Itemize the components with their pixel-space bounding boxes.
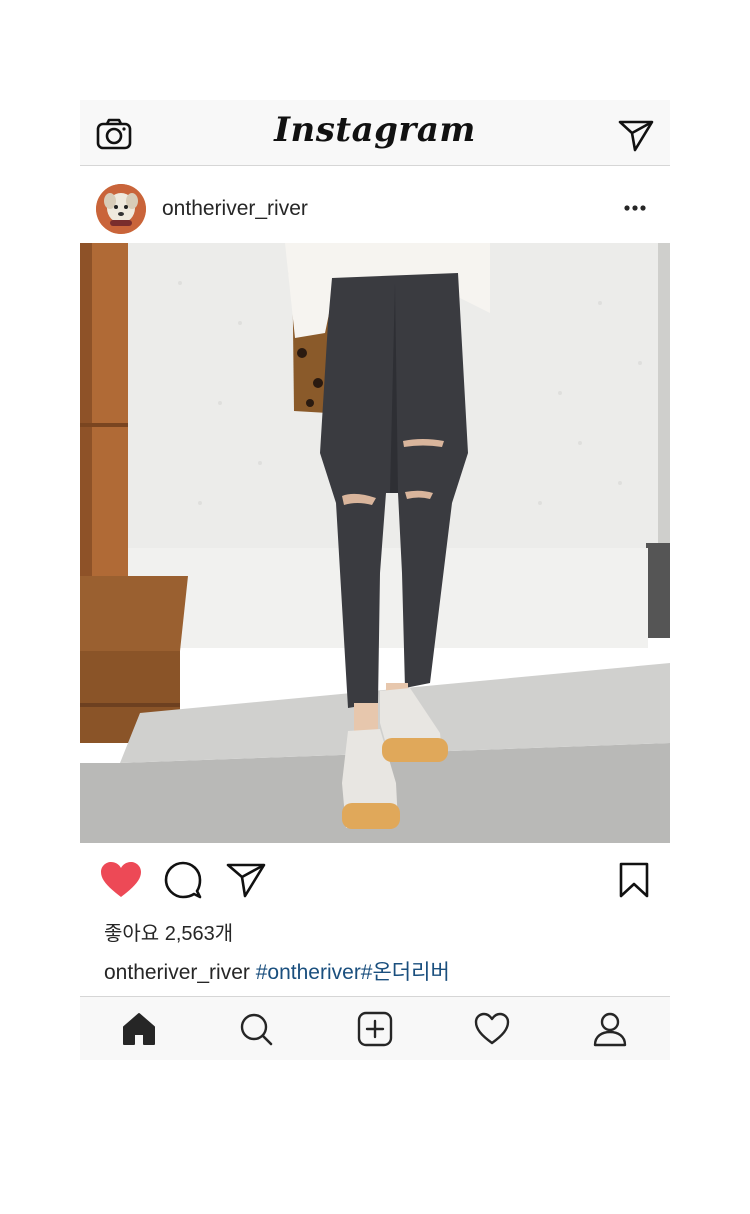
activity-heart-icon[interactable] — [473, 1011, 511, 1047]
instagram-post-frame: Instagram ontheriver_river 좋아요 2,563개 on… — [80, 100, 670, 1060]
post-header: ontheriver_river — [80, 166, 670, 243]
search-icon[interactable] — [237, 1011, 275, 1047]
post-photo-illustration — [80, 243, 670, 843]
instagram-logo: Instagram — [274, 110, 476, 150]
heart-icon[interactable] — [100, 861, 142, 899]
top-bar: Instagram — [80, 100, 670, 166]
likes-count[interactable]: 좋아요 2,563개 — [104, 917, 233, 946]
bottom-navigation — [80, 996, 670, 1060]
more-options-icon[interactable] — [620, 196, 650, 220]
post-username[interactable]: ontheriver_river — [162, 197, 308, 221]
post-actions — [80, 843, 670, 923]
post-caption: ontheriver_river #ontheriver#온더리버 — [104, 956, 450, 986]
comment-icon[interactable] — [164, 861, 202, 899]
profile-icon[interactable] — [591, 1011, 629, 1047]
share-icon[interactable] — [226, 861, 266, 899]
add-post-icon[interactable] — [356, 1011, 394, 1047]
bookmark-icon[interactable] — [618, 861, 650, 899]
home-icon[interactable] — [120, 1011, 158, 1047]
caption-hashtags[interactable]: #ontheriver#온더리버 — [256, 961, 450, 984]
direct-message-icon[interactable] — [618, 118, 654, 152]
post-photo[interactable] — [80, 243, 670, 843]
caption-username[interactable]: ontheriver_river — [104, 961, 250, 984]
avatar[interactable] — [96, 184, 146, 234]
